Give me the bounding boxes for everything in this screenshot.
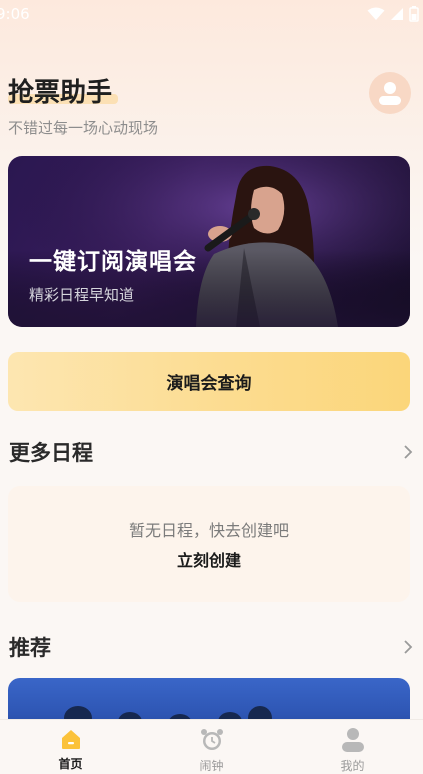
chevron-right-icon[interactable] — [403, 639, 413, 655]
chevron-right-icon[interactable] — [403, 444, 413, 460]
more-schedule-header[interactable]: 更多日程 — [9, 437, 413, 467]
status-icons — [367, 6, 419, 22]
banner-title: 一键订阅演唱会 — [29, 249, 197, 275]
status-time: 9:06 — [0, 5, 30, 23]
recommend-title: 推荐 — [9, 636, 51, 660]
page-subtitle: 不错过每一场心动现场 — [8, 119, 159, 137]
empty-schedule-text: 暂无日程，快去创建吧 — [128, 521, 289, 540]
tab-home[interactable]: 首页 — [0, 720, 141, 774]
tab-home-label: 首页 — [58, 757, 83, 771]
bottom-tab-bar: 首页 闹钟 我的 — [0, 719, 423, 774]
page-header: 抢票助手 不错过每一场心动现场 — [8, 72, 158, 138]
battery-icon — [409, 6, 419, 22]
tab-alarm[interactable]: 闹钟 — [141, 720, 282, 774]
avatar[interactable] — [369, 72, 411, 114]
wifi-icon — [367, 7, 385, 20]
signal-icon — [391, 8, 403, 20]
tab-alarm-label: 闹钟 — [199, 759, 224, 773]
recommend-header[interactable]: 推荐 — [9, 632, 413, 662]
create-now-button[interactable]: 立刻创建 — [177, 547, 241, 571]
tab-profile-label: 我的 — [340, 759, 365, 773]
concert-banner[interactable]: 一键订阅演唱会 精彩日程早知道 — [8, 156, 410, 327]
concert-query-button[interactable]: 演唱会查询 — [8, 352, 410, 411]
empty-schedule-card: 暂无日程，快去创建吧 立刻创建 — [8, 486, 410, 602]
user-icon — [341, 728, 364, 752]
banner-subtitle: 精彩日程早知道 — [29, 286, 135, 304]
tab-profile[interactable]: 我的 — [282, 720, 423, 774]
status-bar: 9:06 — [0, 0, 423, 28]
more-schedule-title: 更多日程 — [9, 441, 93, 465]
home-icon — [61, 730, 80, 749]
user-avatar-icon — [379, 82, 401, 105]
page-title: 抢票助手 — [8, 78, 113, 108]
alarm-clock-icon — [200, 729, 223, 750]
